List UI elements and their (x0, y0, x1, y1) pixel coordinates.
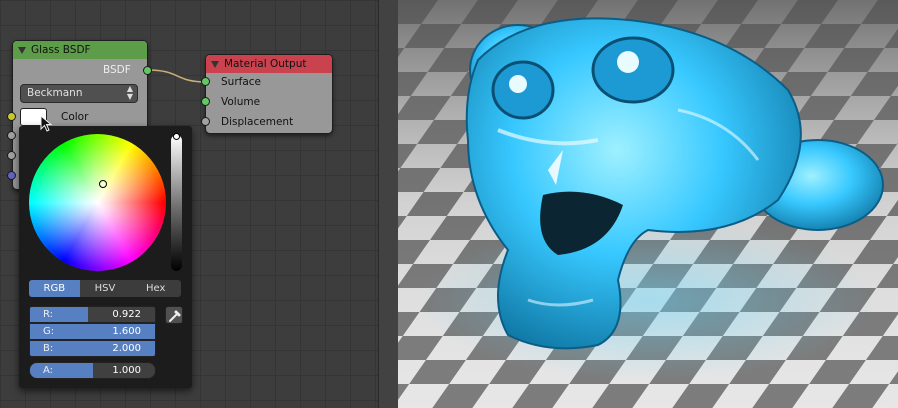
glass-node-title: Glass BSDF (31, 44, 91, 56)
bsdf-output-label: BSDF (103, 64, 131, 76)
roughness-input-socket[interactable] (7, 131, 16, 140)
normal-input-socket[interactable] (7, 171, 16, 180)
node-editor[interactable]: Glass BSDF BSDF Beckmann ▲ ▼ Color Materi… (0, 0, 378, 408)
color-mode-tabs: RGB HSV Hex (29, 280, 181, 297)
alpha-field-fill (30, 363, 93, 378)
collapse-triangle-icon[interactable] (18, 47, 26, 54)
tab-hsv[interactable]: HSV (80, 280, 131, 297)
material-node-title: Material Output (224, 58, 307, 70)
distribution-value: Beckmann (27, 87, 83, 99)
color-picker-popup[interactable]: RGB HSV Hex R: 0.922 G: 1.600 B: 2.000 A… (19, 126, 192, 388)
red-field-label: R: (43, 309, 54, 320)
tab-rgb[interactable]: RGB (29, 280, 80, 297)
hue-saturation-wheel[interactable] (29, 134, 166, 271)
area-divider[interactable] (378, 0, 398, 408)
material-node-header[interactable]: Material Output (206, 55, 332, 73)
distribution-select[interactable]: Beckmann ▲ ▼ (20, 84, 138, 103)
tab-hex[interactable]: Hex (130, 280, 181, 297)
displacement-label: Displacement (221, 116, 294, 128)
mouse-cursor-icon (40, 115, 53, 132)
collapse-triangle-icon[interactable] (211, 61, 219, 68)
ior-input-socket[interactable] (7, 151, 16, 160)
surface-input-socket[interactable] (201, 77, 210, 86)
value-slider[interactable] (171, 135, 182, 271)
alpha-field-label: A: (43, 365, 54, 376)
red-field[interactable]: R: 0.922 (29, 306, 156, 323)
volume-input-socket[interactable] (201, 97, 210, 106)
render-viewport[interactable] (398, 0, 898, 408)
color-input-socket[interactable] (7, 112, 16, 121)
blue-field[interactable]: B: 2.000 (29, 340, 156, 357)
wheel-cursor[interactable] (99, 180, 107, 188)
green-field[interactable]: G: 1.600 (29, 323, 156, 340)
eyedropper-button[interactable] (165, 306, 183, 324)
green-field-label: G: (43, 326, 55, 337)
eyedropper-icon (169, 310, 181, 322)
glass-node-header[interactable]: Glass BSDF (13, 41, 147, 59)
blue-field-value: 2.000 (112, 343, 141, 354)
value-slider-handle[interactable] (173, 133, 180, 140)
displacement-input-socket[interactable] (201, 117, 210, 126)
green-field-value: 1.600 (112, 326, 141, 337)
red-field-value: 0.922 (112, 309, 141, 320)
blue-field-label: B: (43, 343, 54, 354)
surface-label: Surface (221, 76, 262, 88)
volume-label: Volume (221, 96, 261, 108)
alpha-field[interactable]: A: 1.000 (29, 362, 156, 379)
bsdf-output-socket[interactable] (143, 66, 152, 75)
alpha-field-value: 1.000 (112, 365, 141, 376)
select-arrows-icon: ▲ ▼ (126, 84, 133, 101)
red-field-fill (30, 307, 88, 322)
rendered-glass-monkey (398, 0, 898, 408)
color-label: Color (61, 111, 89, 123)
